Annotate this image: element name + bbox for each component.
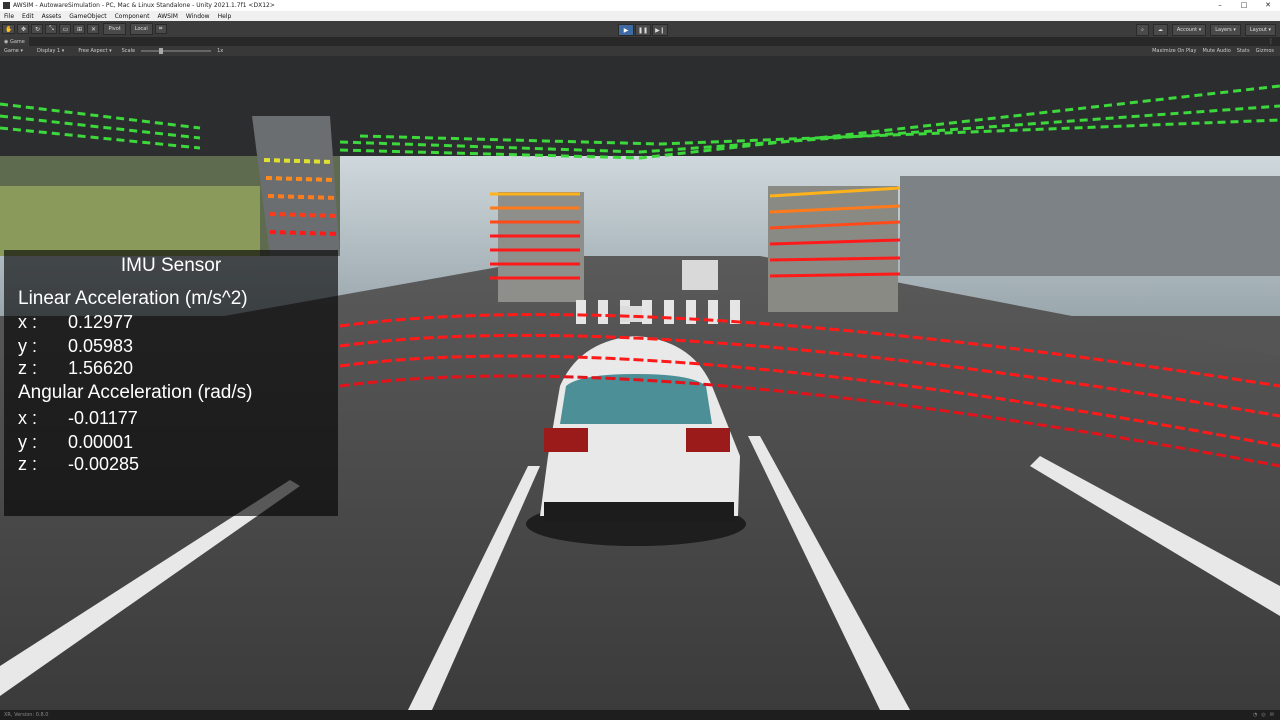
account-dropdown[interactable]: Account ▾: [1171, 24, 1207, 36]
scale-label: Scale: [121, 48, 136, 54]
angular-x-row: x : -0.01177: [18, 408, 138, 429]
tab-game[interactable]: ◉ Game: [0, 37, 29, 46]
pause-button[interactable]: ❚❚: [635, 24, 651, 36]
angular-y-row: y : 0.00001: [18, 432, 133, 453]
angular-x-value: -0.01177: [68, 408, 138, 428]
gizmos-dropdown[interactable]: Gizmos: [1256, 48, 1274, 54]
angular-z-row: z : -0.00285: [18, 454, 139, 475]
layout-dropdown[interactable]: Layout ▾: [1244, 24, 1276, 36]
angular-x-axis: x :: [18, 408, 38, 428]
view-mode-dropdown[interactable]: Game ▾: [4, 48, 23, 54]
minimize-button[interactable]: –: [1208, 0, 1232, 11]
menu-component[interactable]: Component: [115, 13, 150, 20]
menu-assets[interactable]: Assets: [42, 13, 62, 20]
progress-icon[interactable]: ◔: [1253, 712, 1257, 718]
imu-sensor-panel: IMU Sensor Linear Acceleration (m/s^2) x…: [4, 250, 338, 516]
pivot-toggle[interactable]: Pivot: [103, 23, 126, 35]
local-label: Local: [134, 26, 148, 32]
layers-dropdown[interactable]: Layers ▾: [1210, 24, 1241, 36]
window-titlebar: AWSIM - AutowareSimulation - PC, Mac & L…: [0, 0, 1280, 11]
search-icon[interactable]: ⌕: [1136, 24, 1149, 36]
linear-y-axis: y :: [18, 336, 38, 356]
hand-tool-icon[interactable]: ✋: [2, 24, 16, 34]
account-label: Account: [1176, 27, 1198, 33]
display-label: Display 1: [37, 48, 61, 54]
linear-y-row: y : 0.05983: [18, 336, 133, 357]
version-text: XR, Version: 0.8.0: [4, 712, 49, 718]
angular-z-value: -0.00285: [68, 454, 140, 474]
imu-title: IMU Sensor: [120, 255, 222, 276]
unity-logo-icon: [3, 2, 10, 9]
play-controls: ▶ ❚❚ ▶❙: [618, 24, 669, 36]
transform-tool-icon[interactable]: ⊞: [73, 24, 86, 34]
grass-slope-left: [0, 186, 260, 256]
custom-tool-icon[interactable]: ✕: [87, 24, 100, 34]
linear-z-axis: z :: [18, 358, 38, 378]
angular-z-axis: z :: [18, 454, 38, 474]
tab-game-label: Game: [9, 38, 25, 45]
scale-value: 1x: [217, 48, 224, 54]
mute-audio-toggle[interactable]: Mute Audio: [1202, 48, 1230, 54]
overpass-ceiling: [0, 56, 1280, 156]
maximize-button[interactable]: □: [1232, 0, 1256, 11]
building-wall-right: [900, 176, 1280, 276]
angular-y-axis: y :: [18, 432, 38, 452]
move-tool-icon[interactable]: ✥: [17, 24, 30, 34]
linear-z-row: z : 1.56620: [18, 358, 133, 379]
grid-snap-icon[interactable]: ⌗: [154, 24, 167, 34]
menu-window[interactable]: Window: [186, 13, 210, 20]
layout-label: Layout: [1249, 27, 1267, 33]
car-ahead: [682, 260, 718, 290]
maximize-on-play-toggle[interactable]: Maximize On Play: [1152, 48, 1196, 54]
pivot-label: Pivot: [108, 26, 121, 32]
aspect-dropdown[interactable]: Free Aspect ▾: [78, 48, 111, 54]
notifications-icon[interactable]: ✉: [1270, 712, 1274, 718]
menu-file[interactable]: File: [4, 13, 14, 20]
stats-toggle[interactable]: Stats: [1237, 48, 1250, 54]
display-dropdown[interactable]: Display 1 ▾: [37, 48, 64, 54]
collab-status-icon[interactable]: ◎: [1261, 712, 1265, 718]
tab-menu-icon[interactable]: ⋮: [1268, 37, 1274, 46]
linear-y-value: 0.05983: [68, 336, 134, 356]
aspect-label: Free Aspect: [78, 48, 108, 54]
menu-edit[interactable]: Edit: [22, 13, 34, 20]
view-mode-label: Game: [4, 48, 19, 54]
game-viewport[interactable]: IMU Sensor Linear Acceleration (m/s^2) x…: [0, 56, 1280, 710]
menu-awsim[interactable]: AWSIM: [157, 13, 177, 20]
close-button[interactable]: ✕: [1256, 0, 1280, 11]
menu-help[interactable]: Help: [218, 13, 232, 20]
truck-right: [768, 186, 898, 312]
game-view-toolbar: Game ▾ Display 1 ▾ Free Aspect ▾ Scale 1…: [0, 46, 1280, 56]
rotate-tool-icon[interactable]: ↻: [31, 24, 44, 34]
scale-tool-icon[interactable]: ⤡: [45, 24, 58, 34]
main-toolbar: ✋ ✥ ↻ ⤡ ▭ ⊞ ✕ Pivot Local ⌗ ▶ ❚❚ ▶❙ ⌕ ☁ …: [0, 21, 1280, 37]
menu-gameobject[interactable]: GameObject: [69, 13, 106, 20]
play-button[interactable]: ▶: [618, 24, 634, 36]
collab-icon[interactable]: ☁: [1152, 24, 1168, 36]
linear-x-row: x : 0.12977: [18, 312, 133, 333]
linear-x-value: 0.12977: [68, 312, 134, 332]
game-tab-bar: ◉ Game ⋮: [0, 37, 1280, 46]
step-button[interactable]: ▶❙: [652, 24, 668, 36]
angular-y-value: 0.00001: [68, 432, 134, 452]
linear-z-value: 1.56620: [68, 358, 134, 378]
angular-acceleration-label: Angular Acceleration (rad/s): [18, 382, 253, 403]
local-toggle[interactable]: Local: [129, 23, 153, 35]
rect-tool-icon[interactable]: ▭: [59, 24, 72, 34]
layers-label: Layers: [1215, 27, 1232, 33]
menu-bar: File Edit Assets GameObject Component AW…: [0, 11, 1280, 21]
status-bar: XR, Version: 0.8.0 ◔ ◎ ✉: [0, 710, 1280, 720]
window-title: AWSIM - AutowareSimulation - PC, Mac & L…: [13, 2, 275, 9]
linear-acceleration-label: Linear Acceleration (m/s^2): [18, 288, 248, 309]
scale-slider[interactable]: [141, 48, 212, 54]
linear-x-axis: x :: [18, 312, 38, 332]
